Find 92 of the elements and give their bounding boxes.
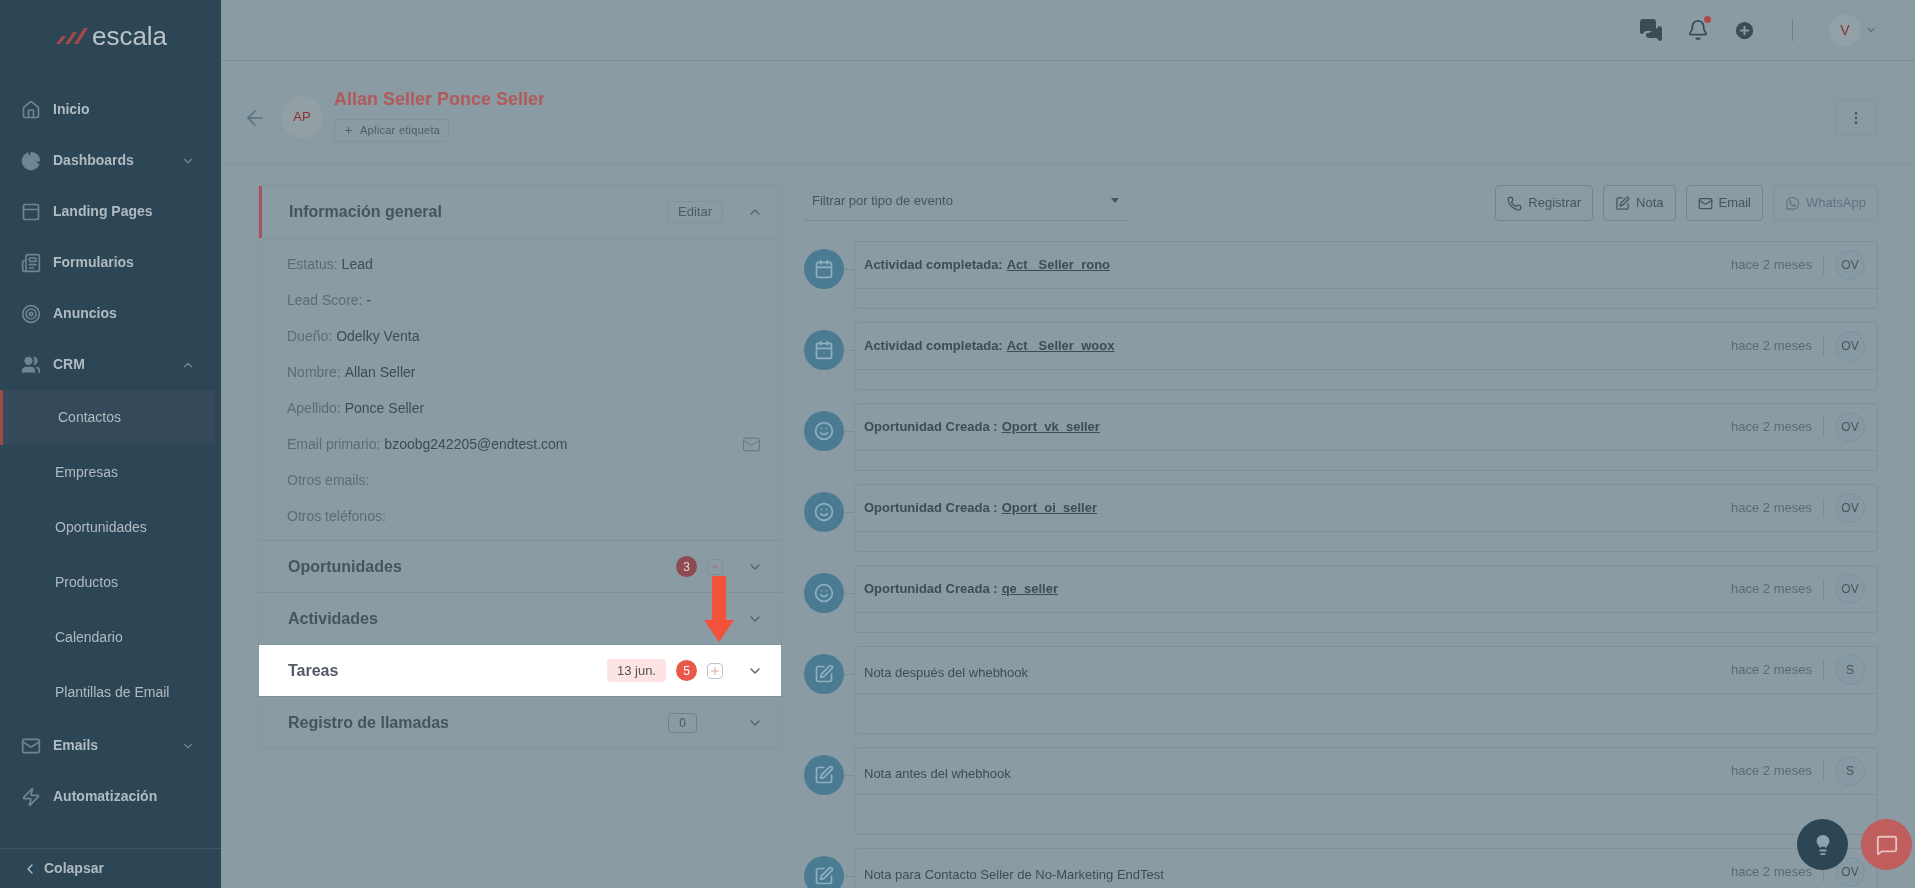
pencil-square-icon [814, 765, 834, 785]
smiley-icon [814, 583, 834, 603]
event-title: Oportunidad Creada : [864, 580, 998, 599]
sidebar-item[interactable]: Anuncios [0, 288, 221, 339]
section-header[interactable]: Registro de llamadas 0 [259, 696, 781, 748]
pointer-arrow-drawing [704, 576, 734, 642]
phone-icon [1507, 195, 1523, 211]
event-title: Nota después del whebhook [864, 664, 1029, 683]
sidebar-subitem[interactable]: Oportunidades [0, 500, 221, 555]
plus-icon [709, 560, 721, 573]
event-title: Actividad completada: [864, 256, 1003, 275]
sidebar-subitem[interactable]: Contactos [0, 390, 215, 445]
smiley-icon [814, 421, 834, 441]
apply-tag-button[interactable]: Aplicar etiqueta [334, 119, 450, 142]
add-button[interactable] [707, 558, 723, 575]
house-icon [21, 99, 41, 120]
contact-name: Allan Seller Ponce Seller [334, 88, 546, 111]
user-avatar: S [1835, 756, 1865, 786]
user-avatar[interactable]: V [1829, 14, 1861, 46]
add-button[interactable] [707, 662, 723, 679]
field-value: bzoobg242205@endtest.com [384, 434, 568, 454]
sidebar-item[interactable]: Landing Pages [0, 186, 221, 237]
sidebar-subitem[interactable]: Productos [0, 555, 221, 610]
user-avatar: OV [1835, 331, 1865, 361]
logo-text: escala [91, 23, 168, 49]
due-date-chip: 13 jun. [606, 658, 666, 683]
event-link[interactable]: qe_seller [1001, 579, 1058, 599]
smiley-icon [814, 502, 834, 522]
event-filter-dropdown[interactable]: Filtrar por tipo de evento [804, 181, 1127, 221]
action-button[interactable]: Email [1685, 185, 1763, 221]
pencil-square-icon [1615, 195, 1631, 211]
bell-icon[interactable] [1687, 19, 1709, 41]
sidebar-item[interactable]: Formularios [0, 237, 221, 288]
count-badge: 5 [676, 660, 697, 681]
field-value: - [366, 290, 372, 310]
calendar-icon [814, 340, 834, 360]
chat-bubbles-icon[interactable] [1639, 18, 1663, 42]
count-box: 0 [668, 712, 697, 733]
sidebar-subitem[interactable]: Calendario [0, 610, 221, 665]
sidebar-subitem[interactable]: Empresas [0, 445, 221, 500]
action-button[interactable]: Nota [1603, 185, 1676, 221]
action-button[interactable]: Registrar [1495, 185, 1594, 221]
section-header[interactable]: Tareas 13 jun. 5 [259, 644, 781, 696]
count-badge: 3 [676, 556, 697, 577]
field-value: Odelky Venta [336, 326, 420, 346]
section-title: Tareas [288, 660, 340, 681]
form-icon [21, 252, 41, 273]
whatsapp-icon [1785, 195, 1800, 211]
collapse-button[interactable]: Colapsar [0, 848, 221, 888]
section-title: Registro de llamadas [288, 712, 450, 733]
sidebar-item[interactable]: Automatización [0, 771, 221, 822]
event-link[interactable]: Oport_vk_seller [1001, 417, 1100, 437]
user-avatar: OV [1835, 574, 1865, 604]
event-title: Oportunidad Creada : [864, 499, 998, 518]
user-avatar: OV [1835, 493, 1865, 523]
sidebar-item[interactable]: Emails [0, 720, 221, 771]
event-title: Nota para Contacto Seller de No-Marketing EndTest [864, 866, 1164, 885]
plus-icon [343, 124, 354, 136]
user-avatar: OV [1835, 412, 1865, 442]
window-icon [21, 201, 41, 222]
logo-icon [53, 27, 88, 45]
sidebar-subitem[interactable]: Plantillas de Email [0, 665, 221, 720]
field-value: Lead [341, 254, 373, 274]
sidebar-item[interactable]: Inicio [0, 84, 221, 135]
contact-avatar: AP [281, 96, 323, 138]
event-title: Nota antes del whebhook [864, 765, 1011, 784]
event-link[interactable]: Act_ Seller_rono [1006, 255, 1111, 275]
pencil-square-icon [814, 866, 834, 886]
user-avatar: OV [1835, 250, 1865, 280]
chat-button[interactable] [1861, 819, 1912, 870]
field-value: Allan Seller [344, 362, 416, 382]
plus-icon [709, 664, 721, 677]
sidebar-item[interactable]: CRM [0, 339, 221, 390]
field-value: Ponce Seller [344, 398, 425, 418]
target-icon [21, 303, 41, 324]
event-title: Actividad completada: [864, 337, 1003, 356]
calendar-icon [814, 259, 834, 279]
event-link[interactable]: Act_ Seller_woox [1006, 336, 1115, 356]
section-title: Oportunidades [288, 556, 403, 577]
section-title: Información general [289, 202, 443, 222]
caret-down-icon [1111, 198, 1119, 203]
event-title: Oportunidad Creada : [864, 418, 998, 437]
envelope-icon [1697, 195, 1713, 211]
section-title: Actividades [288, 608, 379, 629]
people-icon [21, 354, 41, 375]
chat-icon [1875, 833, 1898, 856]
user-avatar: S [1835, 655, 1865, 685]
pencil-square-icon [814, 664, 834, 684]
event-link[interactable]: Oport_oi_seller [1001, 498, 1097, 518]
sidebar-item[interactable]: Dashboards [0, 135, 221, 186]
pie-chart-icon [21, 150, 41, 171]
lightning-icon [21, 786, 41, 807]
